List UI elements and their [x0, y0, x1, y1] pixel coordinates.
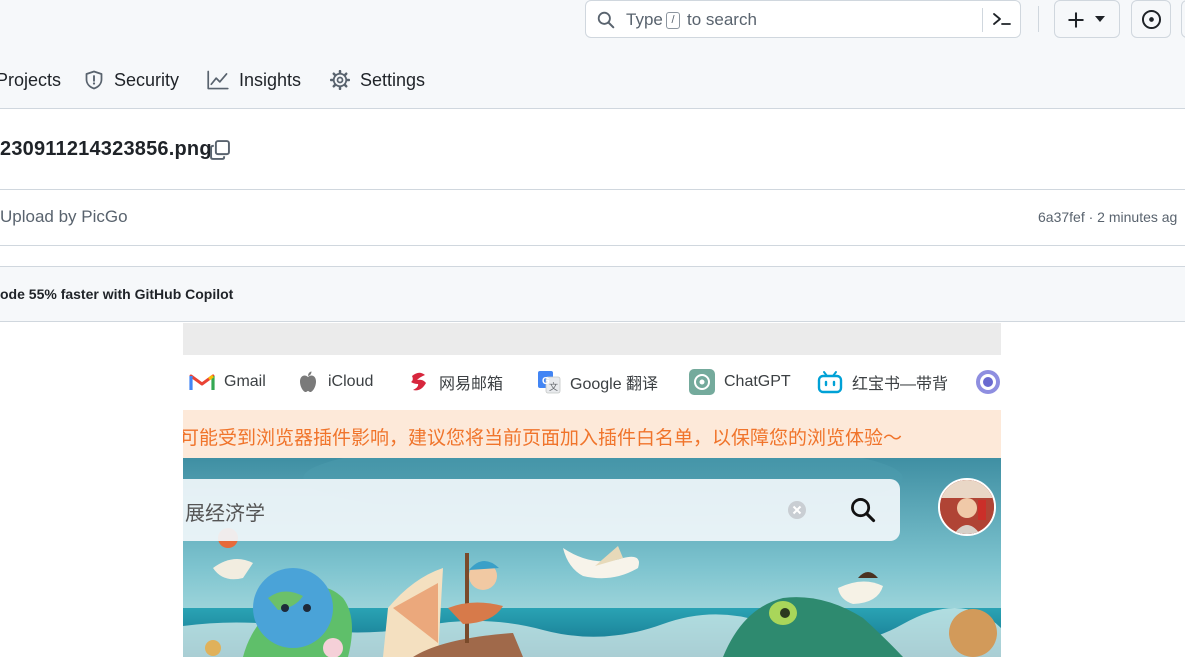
bookmark-label: 网易邮箱 — [439, 376, 504, 393]
search-input[interactable]: Type / to search — [585, 0, 1021, 38]
file-image-preview: Gmail iCloud 网易邮箱 G 文 Google 翻译 ChatGPT — [183, 323, 1001, 657]
tab-settings[interactable]: Settings — [330, 66, 425, 94]
avatar — [938, 478, 996, 536]
search-divider — [982, 8, 983, 32]
graph-icon — [207, 70, 229, 90]
site-search-query: 展经济学 — [185, 503, 265, 525]
header-divider — [1038, 6, 1039, 32]
issue-opened-icon — [1141, 9, 1162, 30]
search-icon — [851, 498, 876, 523]
extension-icon — [976, 370, 1000, 394]
tab-security[interactable]: Security — [84, 66, 179, 94]
create-new-button[interactable] — [1054, 0, 1120, 38]
bookmark-label: ChatGPT — [724, 373, 791, 390]
google-translate-icon: G 文 — [538, 371, 561, 394]
plus-icon — [1068, 12, 1084, 28]
copy-icon[interactable] — [209, 139, 231, 161]
copilot-banner: ode 55% faster with GitHub Copilot — [0, 266, 1185, 322]
browser-toolbar — [183, 323, 1001, 355]
commit-hash-link[interactable]: 6a37fef — [1038, 209, 1085, 225]
gmail-icon — [189, 374, 215, 390]
shield-icon — [85, 70, 103, 90]
commit-meta: 6a37fef · 2 minutes ag — [1038, 209, 1177, 225]
issues-button[interactable] — [1131, 0, 1171, 38]
avatar-photo — [940, 480, 994, 534]
tab-label: Settings — [360, 69, 426, 90]
pull-requests-button[interactable] — [1181, 0, 1185, 38]
site-search-box[interactable]: 展经济学 — [183, 479, 900, 541]
divider — [0, 189, 1185, 190]
search-icon — [597, 11, 615, 29]
plugin-warning-bar: 可能受到浏览器插件影响，建议您将当前页面加入插件白名单，以保障您的浏览体验～ › — [183, 410, 1001, 458]
search-placeholder-prefix: Type — [626, 10, 663, 29]
tab-insights[interactable]: Insights — [207, 66, 301, 94]
slash-key-hint: / — [666, 12, 680, 29]
command-palette-icon[interactable] — [991, 9, 1013, 29]
gear-icon — [330, 70, 350, 90]
bookmark-chatgpt: ChatGPT — [689, 368, 791, 396]
tab-label: Security — [114, 69, 180, 90]
bookmark-gmail: Gmail — [189, 368, 266, 396]
chatgpt-icon — [689, 369, 715, 395]
tab-projects[interactable]: Projects — [0, 66, 61, 94]
svg-text:文: 文 — [549, 381, 558, 392]
tab-label: Projects — [0, 69, 62, 90]
bookmark-label: Gmail — [224, 373, 266, 390]
bookmark-icloud: iCloud — [297, 368, 373, 396]
bilibili-icon — [817, 371, 843, 394]
file-name: 230911214323856.png — [0, 138, 212, 160]
search-placeholder-suffix: to search — [687, 10, 757, 29]
clear-icon — [788, 501, 806, 519]
commit-time: 2 minutes ag — [1097, 209, 1178, 225]
netease-mail-icon — [411, 372, 426, 391]
bookmark-red-book: 红宝书—带背 — [817, 368, 948, 396]
bookmark-label: 红宝书—带背 — [852, 376, 949, 393]
divider — [0, 245, 1185, 246]
chevron-down-icon — [1095, 16, 1105, 22]
bookmark-label: Google 翻译 — [570, 376, 659, 393]
bookmark-label: iCloud — [328, 373, 374, 390]
apple-icon — [300, 371, 316, 392]
bookmark-google-translate: G 文 Google 翻译 — [537, 368, 658, 396]
copilot-banner-text[interactable]: ode 55% faster with GitHub Copilot — [0, 286, 233, 302]
meta-separator: · — [1088, 209, 1094, 225]
chevron-right-icon: › — [183, 423, 1001, 445]
tab-label: Insights — [239, 69, 302, 90]
bookmark-netease-mail: 网易邮箱 — [408, 368, 503, 396]
commit-message-link[interactable]: Upload by PicGo — [0, 207, 128, 227]
